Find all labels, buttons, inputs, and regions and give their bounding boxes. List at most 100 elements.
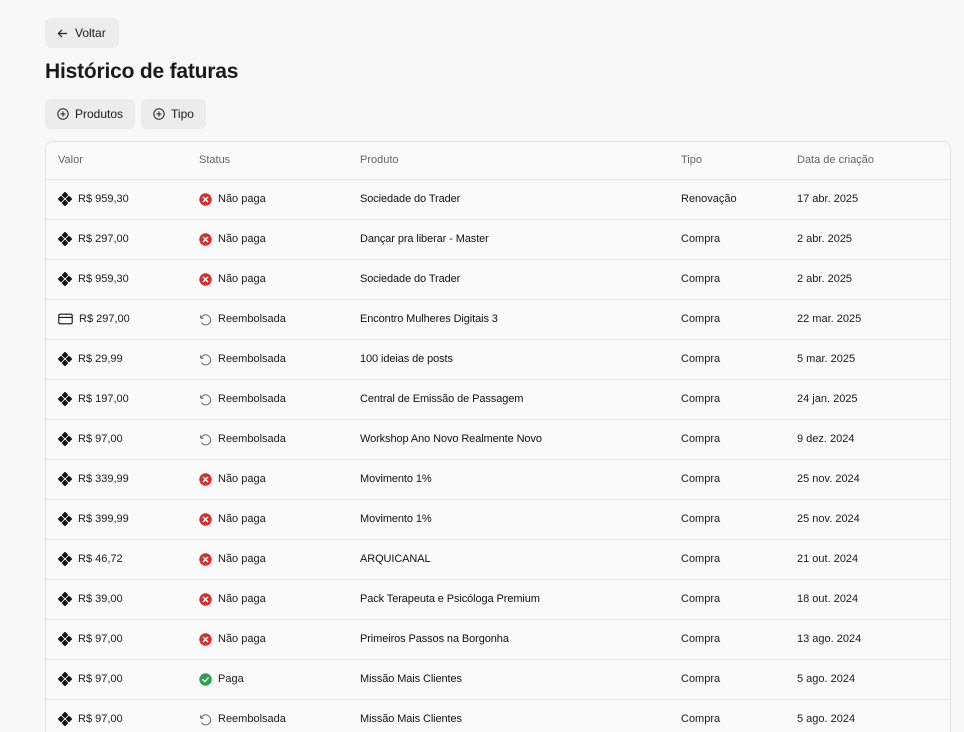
cell-produto: Workshop Ano Novo Realmente Novo: [360, 419, 681, 460]
cell-tipo: Compra: [681, 499, 797, 540]
x-circle-icon: [199, 192, 212, 206]
table-row[interactable]: R$ 297,00 Não paga Dançar pra liberar - Ma…: [46, 219, 950, 260]
pix-icon: [58, 472, 72, 486]
arrow-left-icon: [57, 29, 68, 37]
cell-valor: R$ 959,30: [46, 179, 199, 220]
cell-produto: Dançar pra liberar - Master: [360, 219, 681, 260]
filter-produtos-button[interactable]: Produtos: [45, 99, 136, 129]
x-circle-icon: [199, 232, 212, 246]
cell-tipo: Compra: [681, 619, 797, 660]
check-circle-icon: [199, 672, 212, 686]
credit-card-icon: [58, 313, 73, 325]
valor-text: R$ 297,00: [79, 313, 130, 325]
x-circle-icon: [199, 592, 212, 606]
status-text: Reembolsada: [218, 313, 286, 325]
cell-tipo: Renovação: [681, 179, 797, 220]
cell-data: 17 abr. 2025: [797, 179, 950, 220]
cell-produto: ARQUICANAL: [360, 539, 681, 580]
table-header-row: Valor Status Produto Tipo Data de criaçã…: [46, 142, 950, 180]
cell-status: Reembolsada: [199, 339, 360, 380]
cell-data: 25 nov. 2024: [797, 499, 950, 540]
table-row[interactable]: R$ 97,00 Paga Missão Mais Clientes Compra 5 …: [46, 659, 950, 700]
cell-produto: Missão Mais Clientes: [360, 699, 681, 732]
x-circle-icon: [199, 472, 212, 486]
filter-tipo-button[interactable]: Tipo: [141, 99, 206, 129]
table-row[interactable]: R$ 399,99 Não paga Movimento 1% Compra 25 no…: [46, 499, 950, 540]
valor-text: R$ 46,72: [78, 553, 123, 565]
cell-status: Reembolsada: [199, 419, 360, 460]
x-circle-icon: [199, 552, 212, 566]
table-row[interactable]: R$ 97,00 Reembolsada Missão Mais Clientes C…: [46, 699, 950, 732]
cell-valor: R$ 39,00: [46, 579, 199, 620]
refund-icon: [199, 713, 212, 726]
valor-text: R$ 297,00: [78, 233, 129, 245]
cell-tipo: Compra: [681, 579, 797, 620]
cell-produto: Missão Mais Clientes: [360, 659, 681, 700]
cell-valor: R$ 399,99: [46, 499, 199, 540]
filter-bar: Produtos Tipo: [45, 99, 206, 129]
cell-data: 2 abr. 2025: [797, 259, 950, 300]
cell-data: 5 mar. 2025: [797, 339, 950, 380]
cell-produto: Movimento 1%: [360, 499, 681, 540]
cell-valor: R$ 297,00: [46, 299, 199, 340]
table-row[interactable]: R$ 339,99 Não paga Movimento 1% Compra 25 no…: [46, 459, 950, 500]
cell-data: 5 ago. 2024: [797, 699, 950, 732]
cell-data: 13 ago. 2024: [797, 619, 950, 660]
cell-produto: 100 ideias de posts: [360, 339, 681, 380]
table-row[interactable]: R$ 29,99 Reembolsada 100 ideias de posts Co…: [46, 339, 950, 380]
cell-data: 2 abr. 2025: [797, 219, 950, 260]
filter-tipo-label: Tipo: [171, 107, 194, 121]
valor-text: R$ 97,00: [78, 633, 123, 645]
valor-text: R$ 29,99: [78, 353, 123, 365]
cell-tipo: Compra: [681, 699, 797, 732]
column-header-tipo[interactable]: Tipo: [681, 142, 797, 180]
cell-status: Paga: [199, 659, 360, 700]
cell-data: 18 out. 2024: [797, 579, 950, 620]
cell-valor: R$ 97,00: [46, 699, 199, 732]
pix-icon: [58, 192, 72, 206]
cell-produto: Movimento 1%: [360, 459, 681, 500]
refund-icon: [199, 393, 212, 406]
back-button-label: Voltar: [75, 26, 106, 40]
cell-status: Reembolsada: [199, 299, 360, 340]
table-row[interactable]: R$ 297,00 Reembolsada Encontro Mulheres Di…: [46, 299, 950, 340]
table-row[interactable]: R$ 197,00 Reembolsada Central de Emissão d…: [46, 379, 950, 420]
cell-valor: R$ 29,99: [46, 339, 199, 380]
cell-tipo: Compra: [681, 339, 797, 380]
cell-tipo: Compra: [681, 459, 797, 500]
cell-produto: Pack Terapeuta e Psicóloga Premium: [360, 579, 681, 620]
filter-produtos-label: Produtos: [75, 107, 124, 121]
back-button[interactable]: Voltar: [45, 18, 119, 48]
cell-status: Reembolsada: [199, 699, 360, 732]
cell-data: 21 out. 2024: [797, 539, 950, 580]
status-text: Não paga: [218, 273, 266, 285]
table-row[interactable]: R$ 97,00 Não paga Primeiros Passos na Borg…: [46, 619, 950, 660]
cell-produto: Encontro Mulheres Digitais 3: [360, 299, 681, 340]
valor-text: R$ 197,00: [78, 393, 129, 405]
status-text: Não paga: [218, 513, 266, 525]
column-header-status[interactable]: Status: [199, 142, 360, 180]
cell-valor: R$ 297,00: [46, 219, 199, 260]
plus-circle-icon: [153, 108, 165, 120]
table-row[interactable]: R$ 39,00 Não paga Pack Terapeuta e Psicólo…: [46, 579, 950, 620]
column-header-data[interactable]: Data de criação: [797, 142, 950, 180]
column-header-produto[interactable]: Produto: [360, 142, 681, 180]
refund-icon: [199, 313, 212, 326]
valor-text: R$ 959,30: [78, 193, 129, 205]
cell-valor: R$ 97,00: [46, 419, 199, 460]
cell-status: Não paga: [199, 459, 360, 500]
cell-valor: R$ 97,00: [46, 659, 199, 700]
table-row[interactable]: R$ 959,30 Não paga Sociedade do Trader Reno…: [46, 179, 950, 220]
cell-data: 24 jan. 2025: [797, 379, 950, 420]
column-header-valor[interactable]: Valor: [46, 142, 199, 180]
valor-text: R$ 39,00: [78, 593, 123, 605]
status-text: Reembolsada: [218, 353, 286, 365]
table-row[interactable]: R$ 46,72 Não paga ARQUICANAL Compra 21 out. …: [46, 539, 950, 580]
valor-text: R$ 339,99: [78, 473, 129, 485]
table-row[interactable]: R$ 97,00 Reembolsada Workshop Ano Novo Rea…: [46, 419, 950, 460]
cell-valor: R$ 339,99: [46, 459, 199, 500]
status-text: Não paga: [218, 193, 266, 205]
status-text: Não paga: [218, 233, 266, 245]
status-text: Reembolsada: [218, 433, 286, 445]
table-row[interactable]: R$ 959,30 Não paga Sociedade do Trader Comp…: [46, 259, 950, 300]
